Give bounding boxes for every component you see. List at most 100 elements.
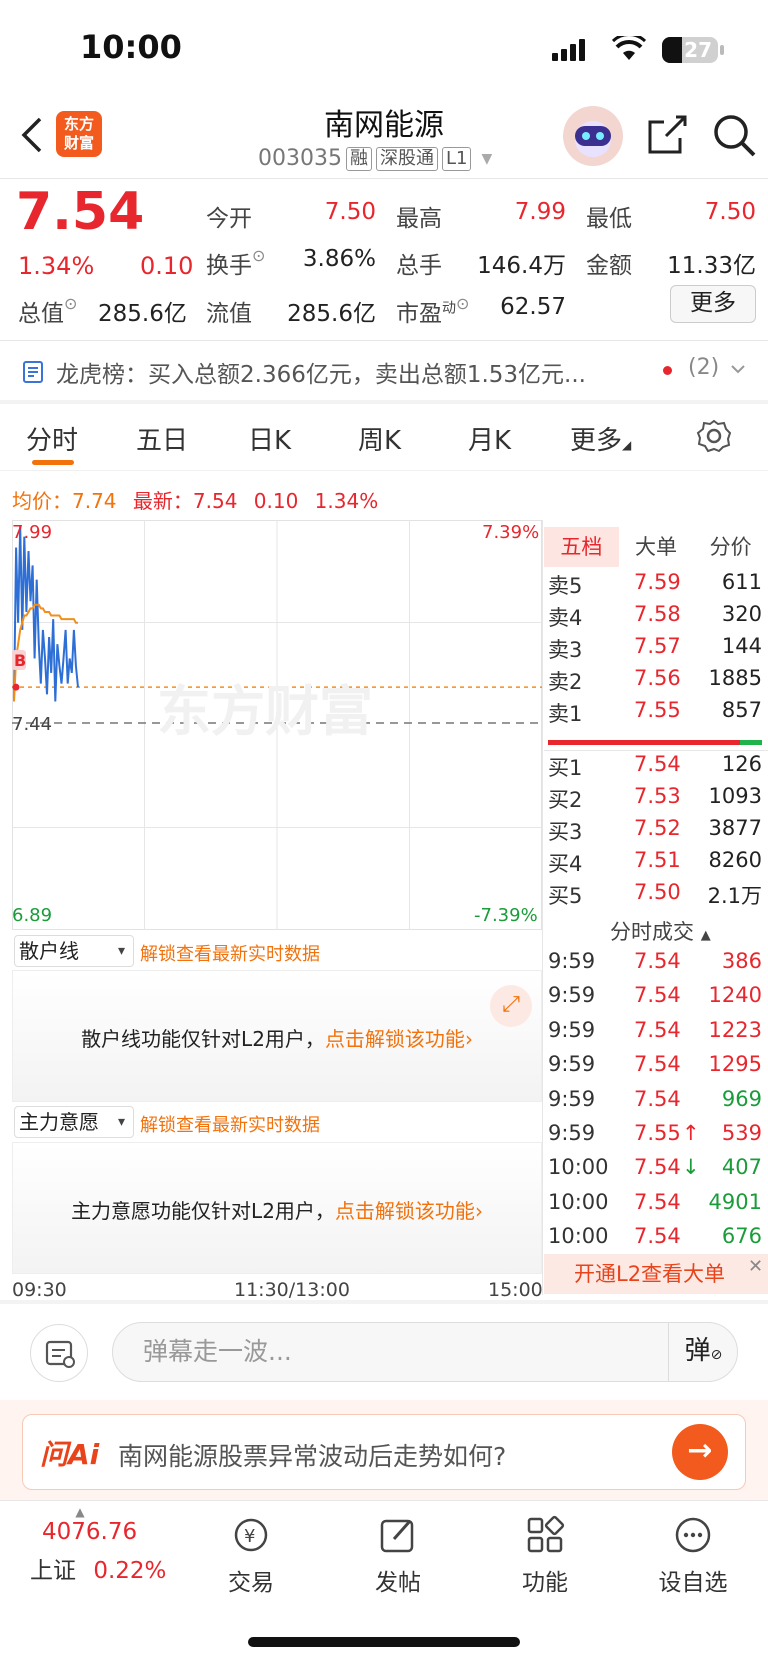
trade-volume: 1223 bbox=[708, 1017, 762, 1042]
orderbook-row[interactable]: 卖1 7.55 857 bbox=[548, 698, 762, 728]
price-stats-line: 均价：7.74 最新：7.54 0.10 1.34% bbox=[12, 485, 378, 514]
more-button[interactable]: 更多 bbox=[670, 285, 756, 323]
tab-day-k[interactable]: 日K bbox=[248, 420, 291, 457]
stock-code: 003035 bbox=[258, 146, 342, 171]
orderbook-tabs[interactable]: 五档 大单 分价 bbox=[544, 527, 768, 567]
tag-margin: 融 bbox=[345, 146, 372, 171]
tab-month-k[interactable]: 月K bbox=[468, 420, 511, 457]
main-force-unlock-link[interactable]: 点击解锁该功能 bbox=[335, 1199, 475, 1223]
volume-label: 总手 bbox=[396, 253, 442, 279]
level-label: 买3 bbox=[548, 820, 583, 844]
nav-trade[interactable]: ¥ 交易 bbox=[196, 1515, 306, 1597]
trade-row: 9:59 7.54 1295 bbox=[548, 1052, 762, 1082]
home-indicator bbox=[248, 1637, 520, 1647]
trade-icon: ¥ bbox=[234, 1518, 268, 1552]
price-line bbox=[13, 525, 79, 702]
retail-line-panel: 散户线功能仅针对L2用户，点击解锁该功能› bbox=[12, 970, 542, 1102]
latest-value: 7.54 bbox=[192, 489, 238, 513]
tab-price-dist[interactable]: 分价 bbox=[693, 527, 768, 567]
ai-question[interactable]: 南网能源股票异常波动后走势如何? bbox=[118, 1437, 506, 1473]
change-amount: 0.10 bbox=[140, 252, 194, 280]
edit-icon bbox=[380, 1519, 414, 1553]
caret-down-icon: ▼ bbox=[481, 150, 493, 167]
retail-line-select[interactable]: 散户线 bbox=[14, 935, 134, 967]
danmu-input[interactable]: 弹幕走一波... bbox=[112, 1322, 738, 1382]
dragon-tiger-bar[interactable]: 龙虎榜： 买入总额2.366亿元，卖出总额1.53亿元... bbox=[22, 355, 586, 389]
nav-functions[interactable]: 功能 bbox=[490, 1515, 600, 1597]
nav-post[interactable]: 发帖 bbox=[343, 1515, 453, 1597]
settings-icon[interactable] bbox=[696, 418, 732, 454]
orderbook-row[interactable]: 卖2 7.56 1885 bbox=[548, 666, 762, 696]
tab-more[interactable]: 更多◢ bbox=[570, 420, 631, 457]
comment-toggle-button[interactable] bbox=[30, 1324, 88, 1382]
volume-value: 146.4万 bbox=[477, 253, 566, 279]
share-icon[interactable] bbox=[646, 114, 688, 156]
pe-value: 62.57 bbox=[500, 294, 566, 320]
chevron-down-icon[interactable] bbox=[730, 364, 746, 376]
orderbook-row[interactable]: 卖5 7.59 611 bbox=[548, 570, 762, 600]
intraday-chart[interactable]: 东方财富 B bbox=[12, 520, 542, 930]
y-mid-label: 7.44 bbox=[12, 714, 53, 735]
level-label: 买1 bbox=[548, 756, 583, 780]
trade-arrow: ↑ bbox=[682, 1121, 700, 1145]
pct-top-label: 7.39% bbox=[482, 522, 540, 543]
search-icon[interactable] bbox=[712, 113, 758, 159]
assistant-avatar[interactable] bbox=[563, 106, 623, 166]
time-start: 09:30 bbox=[12, 1279, 67, 1301]
y-top-label: 7.99 bbox=[12, 522, 53, 543]
expand-icon[interactable]: ⤢ bbox=[490, 985, 532, 1027]
watermark: 东方财富 bbox=[157, 682, 373, 742]
retail-unlock-link[interactable]: 点击解锁该功能 bbox=[325, 1027, 465, 1051]
stock-code-line[interactable]: 003035 融 深股通 L1 ▼ bbox=[258, 146, 492, 171]
trade-price: 7.54 bbox=[634, 983, 681, 1008]
level-label: 买5 bbox=[548, 884, 583, 908]
trade-price: 7.54 bbox=[634, 1052, 681, 1077]
danmu-toggle-button[interactable]: 弹⊘ bbox=[668, 1322, 738, 1382]
l2-banner[interactable]: 开通L2查看大单 bbox=[544, 1254, 768, 1294]
level-price: 7.51 bbox=[634, 848, 681, 872]
tab-intraday[interactable]: 分时 bbox=[26, 420, 78, 457]
trade-price: 7.54 bbox=[634, 1189, 681, 1214]
orderbook-row[interactable]: 卖3 7.57 144 bbox=[548, 634, 762, 664]
level-volume: 144 bbox=[721, 634, 762, 658]
main-force-note[interactable]: 解锁查看最新实时数据 bbox=[140, 1111, 320, 1137]
level-price: 7.57 bbox=[634, 634, 681, 658]
low-label: 最低 bbox=[586, 206, 632, 232]
tab-five-levels[interactable]: 五档 bbox=[544, 527, 619, 567]
battery-icon: 27 bbox=[662, 37, 718, 63]
orderbook-row[interactable]: 买2 7.53 1093 bbox=[548, 784, 762, 814]
level-label: 卖2 bbox=[548, 670, 583, 694]
amount-value: 11.33亿 bbox=[667, 253, 756, 279]
orderbook-row[interactable]: 买1 7.54 126 bbox=[548, 752, 762, 782]
turnover-label: 换手⊙ bbox=[206, 246, 266, 279]
arrow-right-icon[interactable]: → bbox=[672, 1424, 728, 1480]
nav-add-watchlist[interactable]: 设自选 bbox=[638, 1515, 748, 1597]
orderbook-row[interactable]: 买3 7.52 3877 bbox=[548, 816, 762, 846]
trades-title[interactable]: 分时成交 ▲ bbox=[610, 916, 711, 946]
orderbook-row[interactable]: 买5 7.50 2.1万 bbox=[548, 880, 762, 910]
tab-week-k[interactable]: 周K bbox=[358, 420, 401, 457]
level-volume: 2.1万 bbox=[707, 884, 762, 908]
signal-icon bbox=[552, 39, 588, 61]
trade-volume: 4901 bbox=[708, 1189, 762, 1214]
trade-price: 7.54 bbox=[634, 1017, 681, 1042]
main-force-select[interactable]: 主力意愿 bbox=[14, 1106, 134, 1138]
trade-row: 9:59 7.54 1240 bbox=[548, 983, 762, 1013]
level-volume: 126 bbox=[721, 752, 762, 776]
tab-big-orders[interactable]: 大单 bbox=[619, 527, 694, 567]
tab-five-day[interactable]: 五日 bbox=[136, 420, 188, 457]
tab-indicator bbox=[32, 460, 74, 465]
level-volume: 8260 bbox=[708, 848, 762, 872]
orderbook-row[interactable]: 买4 7.51 8260 bbox=[548, 848, 762, 878]
trade-price: 7.54 bbox=[634, 1086, 681, 1111]
trade-time: 10:00 bbox=[548, 1224, 609, 1249]
level-label: 买2 bbox=[548, 788, 583, 812]
low-value: 7.50 bbox=[704, 199, 756, 225]
index-ticker[interactable]: ▲ 4076.76 上证 0.22% bbox=[30, 1505, 180, 1585]
orderbook-row[interactable]: 卖4 7.58 320 bbox=[548, 602, 762, 632]
latest-percent: 1.34% bbox=[314, 489, 379, 513]
close-icon[interactable]: ✕ bbox=[748, 1256, 763, 1277]
retail-line-note[interactable]: 解锁查看最新实时数据 bbox=[140, 940, 320, 966]
time-mid: 11:30/13:00 bbox=[234, 1279, 350, 1301]
trade-volume: 386 bbox=[721, 949, 762, 973]
